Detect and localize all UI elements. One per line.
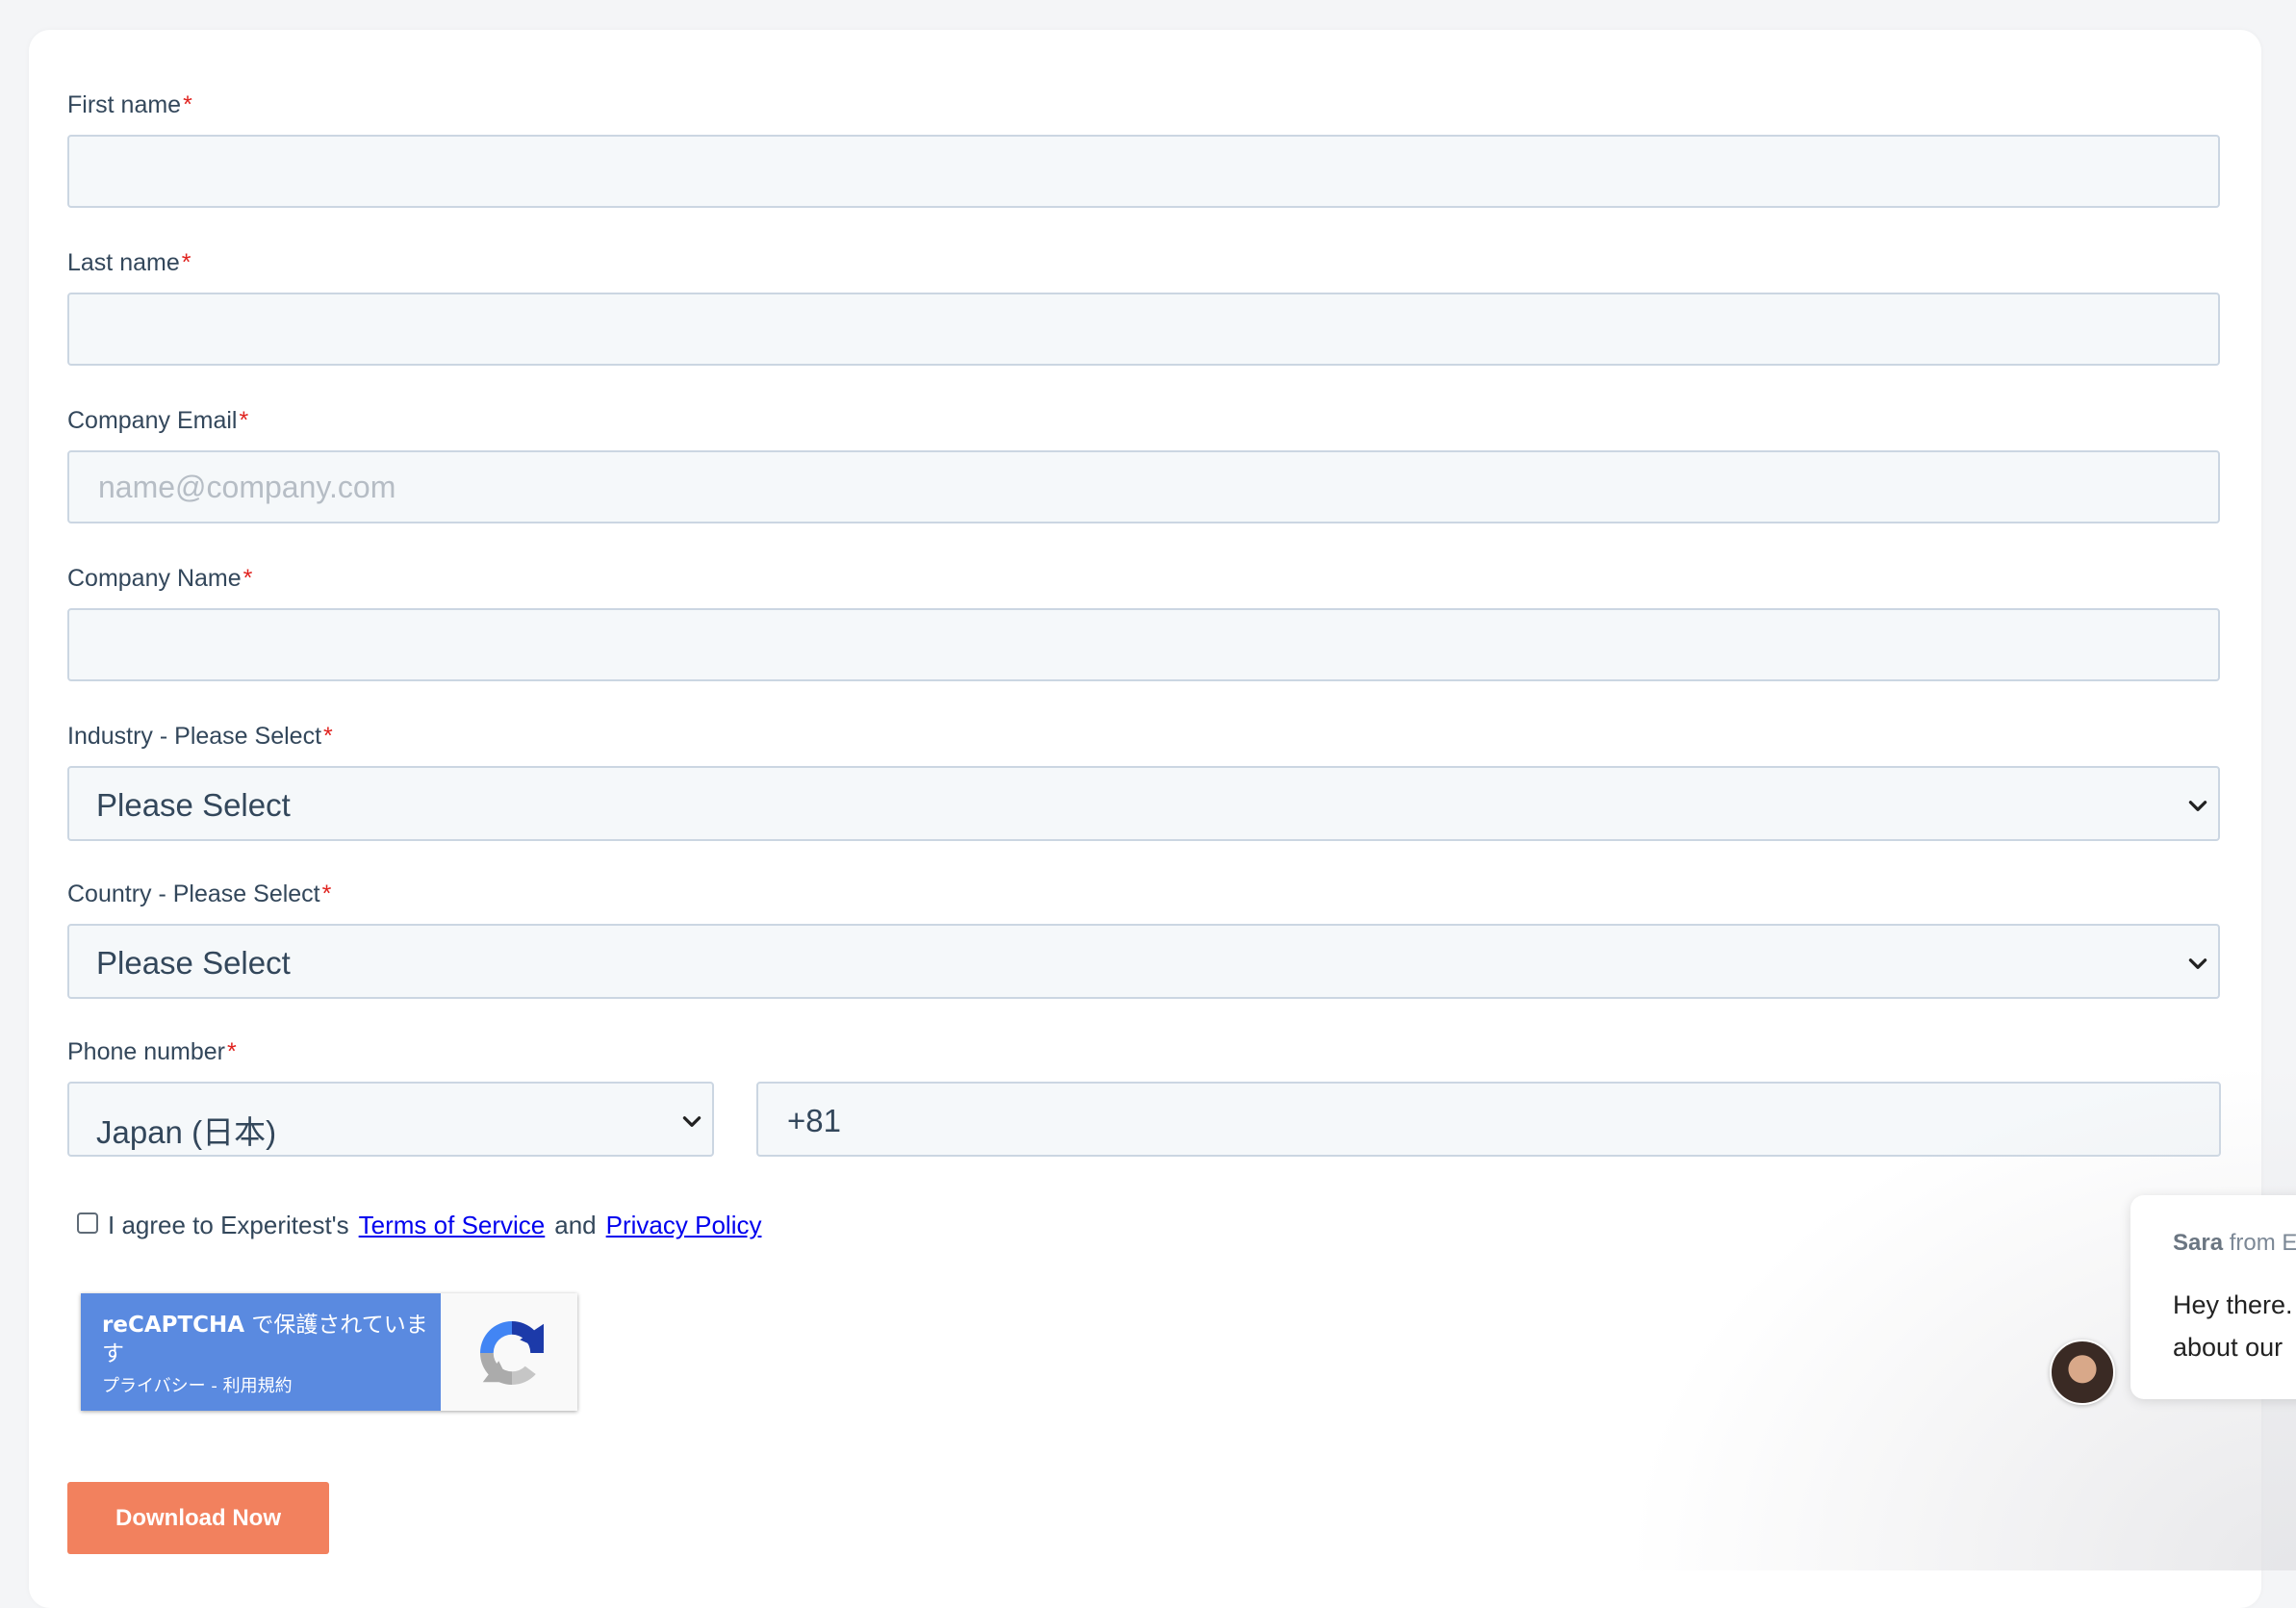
agree-and: and — [554, 1211, 597, 1239]
company-name-input[interactable] — [67, 608, 2220, 681]
industry-selected-value: Please Select — [96, 787, 291, 823]
industry-label: Industry - Please Select* — [67, 723, 333, 750]
chevron-down-icon — [2188, 958, 2207, 969]
company-email-label: Company Email* — [67, 407, 249, 434]
phone-label: Phone number* — [67, 1038, 237, 1065]
chat-bubble[interactable]: Sara from E Hey there. about our — [2130, 1195, 2296, 1399]
chat-sender: Sara from E — [2173, 1230, 2296, 1256]
country-label: Country - Please Select* — [67, 881, 332, 907]
country-select[interactable]: Please Select — [67, 924, 2220, 999]
recaptcha-badge[interactable]: reCAPTCHA で保護されています プライバシー - 利用規約 — [81, 1293, 577, 1411]
required-mark: * — [239, 407, 249, 434]
required-mark: * — [181, 249, 191, 276]
industry-select[interactable]: Please Select — [67, 766, 2220, 841]
agree-checkbox[interactable] — [77, 1212, 98, 1234]
recaptcha-links[interactable]: プライバシー - 利用規約 — [102, 1372, 293, 1397]
chevron-down-icon — [682, 1116, 702, 1127]
phone-country-select[interactable]: Japan (日本) — [67, 1082, 714, 1157]
phone-number-input[interactable]: +81 — [756, 1082, 2221, 1157]
agree-row: I agree to Experitest's Terms of Service… — [77, 1211, 761, 1240]
phone-country-value: Japan (日本) — [96, 1114, 277, 1150]
required-mark: * — [323, 723, 333, 750]
chat-avatar[interactable] — [2050, 1340, 2115, 1405]
privacy-link[interactable]: Privacy Policy — [606, 1211, 762, 1240]
download-now-button[interactable]: Download Now — [67, 1482, 329, 1554]
country-selected-value: Please Select — [96, 945, 291, 981]
company-name-label: Company Name* — [67, 565, 253, 592]
required-mark: * — [321, 881, 332, 907]
required-mark: * — [183, 91, 192, 118]
required-mark: * — [242, 565, 253, 592]
recaptcha-icon — [480, 1321, 544, 1386]
phone-code-value: +81 — [787, 1103, 841, 1138]
recaptcha-info-panel: reCAPTCHA で保護されています プライバシー - 利用規約 — [81, 1293, 441, 1411]
first-name-input[interactable] — [67, 135, 2220, 208]
chevron-down-icon — [2188, 801, 2207, 811]
last-name-label: Last name* — [67, 249, 191, 276]
agree-text: I agree to Experitest's — [108, 1211, 349, 1239]
first-name-label: First name* — [67, 91, 192, 118]
company-email-input[interactable] — [67, 450, 2220, 523]
terms-link[interactable]: Terms of Service — [359, 1211, 546, 1240]
recaptcha-title: reCAPTCHA で保護されています — [102, 1313, 428, 1366]
required-mark: * — [227, 1038, 237, 1065]
chat-message: Hey there. about our — [2173, 1290, 2293, 1362]
last-name-input[interactable] — [67, 293, 2220, 366]
